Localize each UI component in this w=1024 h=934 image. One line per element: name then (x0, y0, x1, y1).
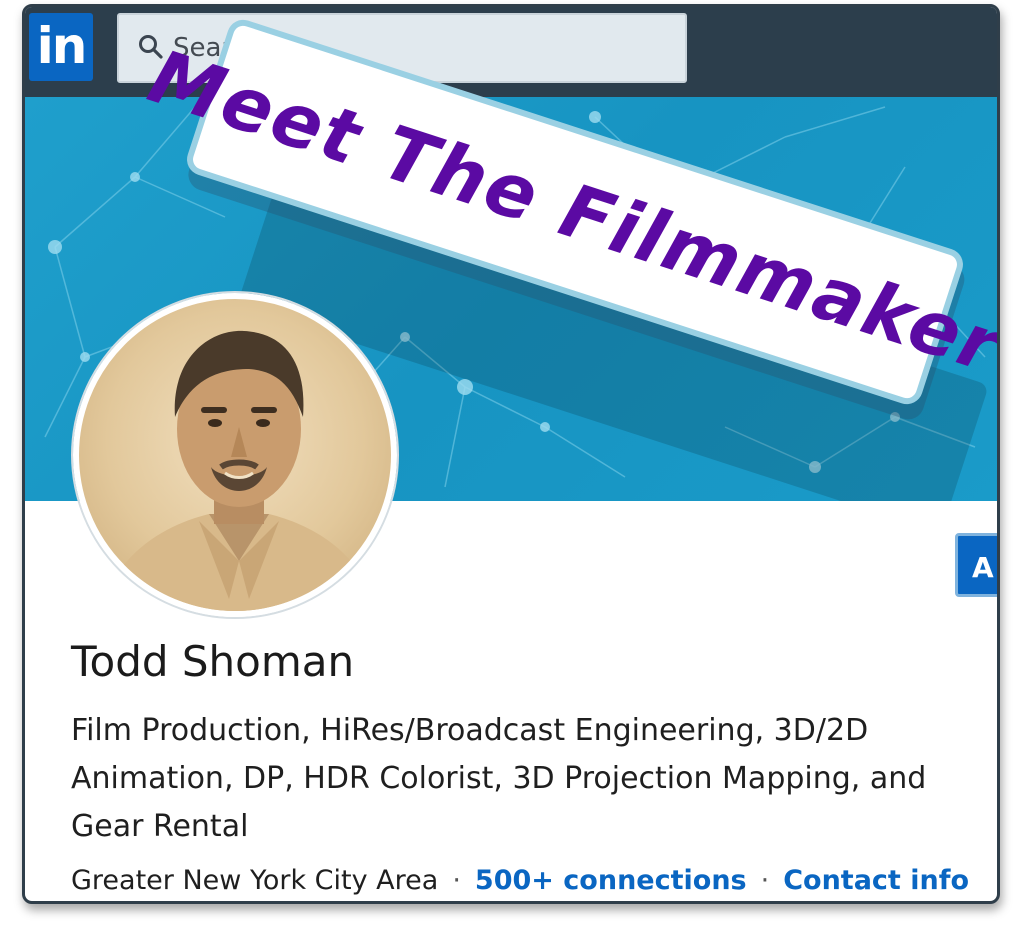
app-window: in Search Meet The Filmmaker A Todd Shom… (22, 4, 1000, 904)
profile-meta: Greater New York City Area · 500+ connecti… (71, 865, 969, 896)
connections-link[interactable]: 500+ connections (475, 865, 747, 896)
linkedin-logo-icon[interactable]: in (29, 13, 93, 81)
profile-photo (99, 330, 379, 611)
separator: · (760, 865, 770, 896)
avatar[interactable] (73, 293, 397, 617)
profile-name: Todd Shoman (71, 637, 355, 686)
location-text: Greater New York City Area (71, 865, 439, 896)
headline-line: Gear Rental (71, 809, 249, 844)
profile-headline: Film Production, HiRes/Broadcast Enginee… (71, 707, 997, 851)
contact-info-link[interactable]: Contact info (783, 865, 969, 896)
profile-action-button[interactable]: A (955, 533, 997, 597)
headline-line: Film Production, HiRes/Broadcast Enginee… (71, 713, 869, 748)
headline-line: Animation, DP, HDR Colorist, 3D Projecti… (71, 761, 927, 796)
separator: · (452, 865, 461, 896)
